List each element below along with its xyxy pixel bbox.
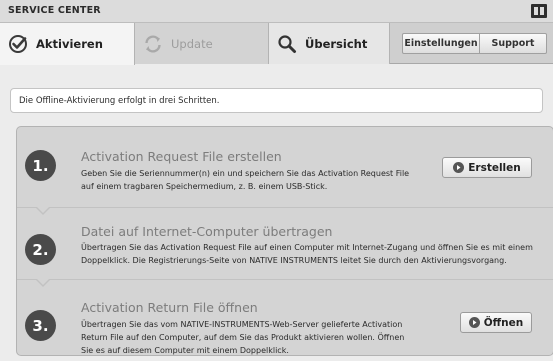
info-message: Die Offline-Aktivierung erfolgt in drei … (10, 88, 543, 113)
tab-update[interactable]: Update (135, 23, 269, 64)
open-button-label: Öffnen (483, 316, 524, 329)
settings-button[interactable]: Einstellungen (402, 33, 480, 54)
tab-aktivieren[interactable]: Aktivieren (0, 23, 135, 65)
support-button[interactable]: Support (479, 33, 547, 54)
step-description: Übertragen Sie das Activation Request Fi… (81, 243, 533, 265)
open-button[interactable]: Öffnen (460, 312, 532, 333)
magnifier-icon (277, 34, 297, 54)
tab-bar: Aktivieren Update Übersicht Einstellunge… (0, 23, 553, 65)
step-title: Activation Request File erstellen (81, 149, 282, 164)
tab-aktivieren-label: Aktivieren (36, 37, 103, 51)
step-divider-notch (35, 206, 51, 215)
tab-uebersicht-label: Übersicht (305, 36, 368, 51)
step-1: 1. Activation Request File erstellen Geb… (17, 127, 553, 207)
step-number-badge: 3. (25, 310, 56, 341)
steps-panel: 1. Activation Request File erstellen Geb… (16, 126, 553, 356)
step-divider-notch (35, 278, 51, 287)
step-number-badge: 1. (25, 150, 56, 181)
step-3: 3. Activation Return File öffnen Übertra… (17, 278, 553, 355)
step-title: Activation Return File öffnen (81, 300, 258, 315)
info-text: Die Offline-Aktivierung erfolgt in drei … (19, 95, 220, 106)
step-description: Geben Sie die Seriennummer(n) ein und sp… (81, 169, 410, 191)
native-instruments-logo-icon (531, 4, 547, 18)
step-2: 2. Datei auf Internet-Computer übertrage… (17, 206, 553, 279)
tab-update-label: Update (171, 36, 213, 51)
create-button-label: Erstellen (468, 161, 521, 174)
step-description: Übertragen Sie das vom NATIVE-INSTRUMENT… (81, 320, 405, 355)
arrow-right-icon (453, 162, 465, 173)
create-button[interactable]: Erstellen (442, 157, 532, 178)
title-bar: SERVICE CENTER (0, 0, 553, 23)
step-title: Datei auf Internet-Computer übertragen (81, 224, 333, 239)
refresh-icon (143, 34, 163, 54)
window-title: SERVICE CENTER (8, 5, 101, 16)
check-icon (8, 34, 28, 54)
arrow-right-icon (468, 317, 480, 328)
tab-uebersicht[interactable]: Übersicht (269, 23, 390, 64)
step-number-badge: 2. (25, 234, 56, 265)
